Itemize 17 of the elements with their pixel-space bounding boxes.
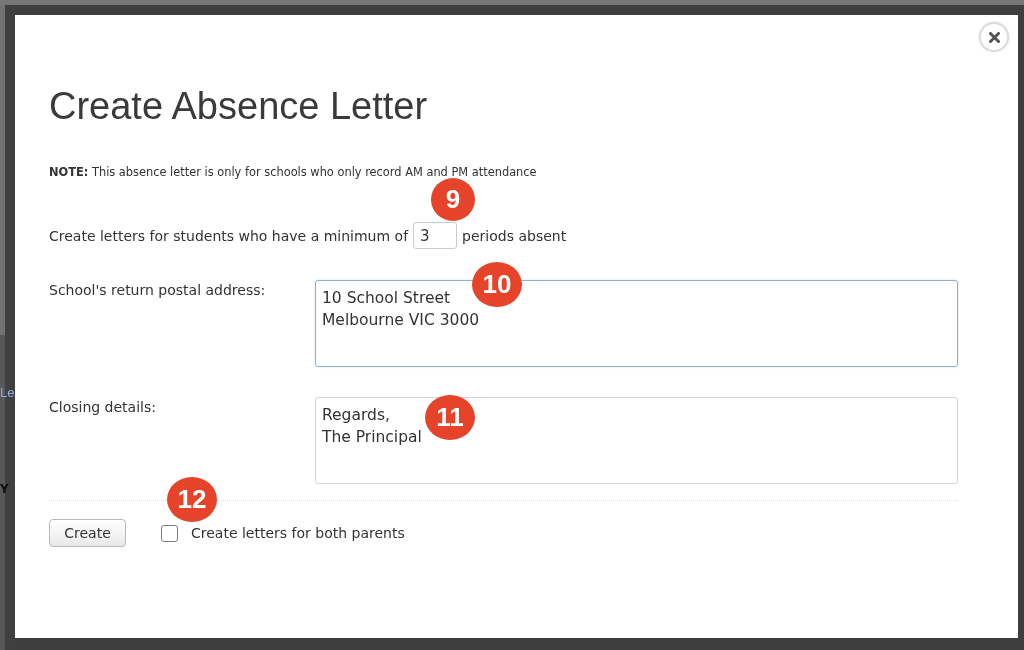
dialog-title: Create Absence Letter [49,84,429,129]
step-number-callout: 9 [431,178,475,221]
text-fragment: Y [0,481,9,497]
close-icon [988,31,1000,43]
field-label: School's return postal address: [49,281,266,299]
periods-label: periods absent [462,227,567,244]
step-number-callout: 10 [472,262,522,307]
create-button[interactable]: Create [49,519,126,547]
step-number-callout: 12 [167,477,217,522]
checkbox[interactable] [161,524,178,542]
close-button[interactable] [979,22,1009,52]
step-number-callout: 11 [425,395,475,440]
minimum-label: Create letters for students who have a minimum of [49,227,409,244]
note-text: NOTE: This absence letter is only for schools who only record AM and PM attendance [49,165,538,179]
checkbox-label: Create letters for both parents [191,525,405,541]
field-label: Closing details: [49,398,156,416]
minimum-periods-field[interactable]: 3 [413,222,458,249]
